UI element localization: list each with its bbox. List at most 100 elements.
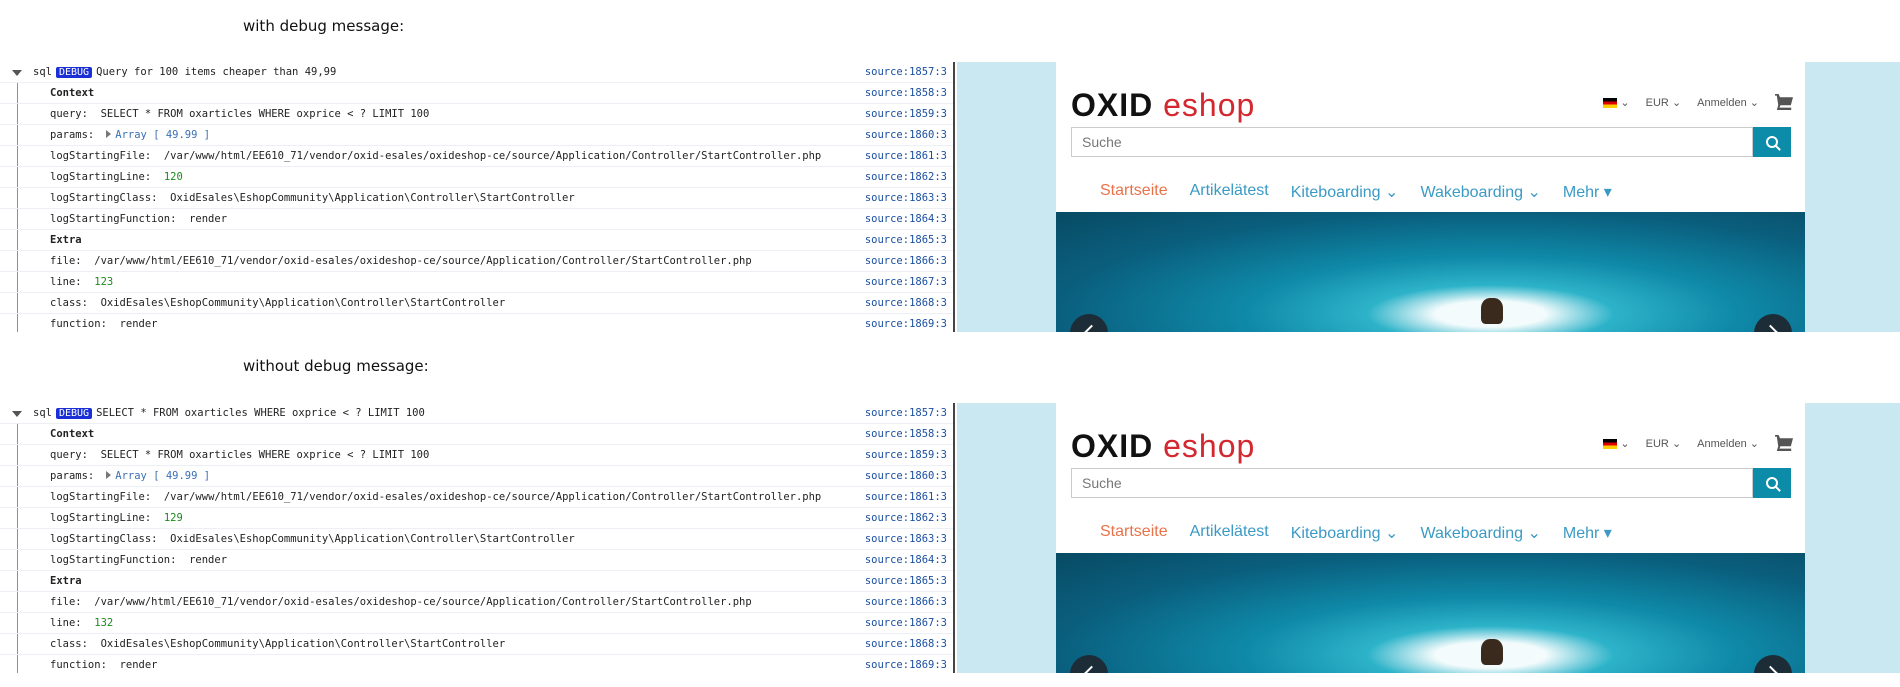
- log-section-title: Context: [50, 87, 95, 99]
- expand-triangle-icon[interactable]: [106, 130, 112, 138]
- main-menu: Startseite Artikelätest Kiteboarding ⌄ W…: [1100, 182, 1612, 202]
- source-link[interactable]: source:1859:3: [865, 104, 947, 124]
- log-key: file:: [50, 255, 82, 267]
- expand-triangle-icon[interactable]: [106, 471, 112, 479]
- search-button[interactable]: [1753, 468, 1791, 498]
- log-value: render: [119, 318, 158, 330]
- source-link[interactable]: source:1860:3: [865, 125, 947, 145]
- source-link[interactable]: source:1863:3: [865, 188, 947, 208]
- log-key: line:: [50, 276, 82, 288]
- source-link[interactable]: source:1867:3: [865, 272, 947, 292]
- debug-badge: DEBUG: [55, 67, 93, 78]
- search-input[interactable]: Suche: [1071, 468, 1753, 498]
- menu-item-artikelatest[interactable]: Artikelätest: [1190, 523, 1269, 543]
- log-array-value[interactable]: Array [ 49.99 ]: [115, 470, 210, 482]
- source-link[interactable]: source:1857:3: [865, 62, 947, 82]
- log-value: /var/www/html/EE610_71/vendor/oxid-esale…: [163, 491, 822, 503]
- log-value: 120: [163, 171, 183, 183]
- source-link[interactable]: source:1864:3: [865, 209, 947, 229]
- console-log: sql DEBUG SELECT * FROM oxarticles WHERE o…: [0, 403, 955, 673]
- collapse-triangle-icon[interactable]: [12, 411, 22, 417]
- menu-item-mehr[interactable]: Mehr ▾: [1563, 523, 1612, 543]
- cart-icon[interactable]: [1775, 94, 1793, 110]
- login-dropdown[interactable]: Anmelden ⌄: [1697, 437, 1759, 450]
- source-link[interactable]: source:1861:3: [865, 487, 947, 507]
- menu-item-kiteboarding[interactable]: Kiteboarding ⌄: [1291, 523, 1399, 543]
- source-link[interactable]: source:1865:3: [865, 571, 947, 591]
- source-link[interactable]: source:1858:3: [865, 424, 947, 444]
- currency-label: EUR: [1645, 96, 1669, 109]
- source-link[interactable]: source:1861:3: [865, 146, 947, 166]
- login-dropdown[interactable]: Anmelden ⌄: [1697, 96, 1759, 109]
- source-link[interactable]: source:1859:3: [865, 445, 947, 465]
- source-link[interactable]: source:1858:3: [865, 83, 947, 103]
- source-link[interactable]: source:1865:3: [865, 230, 947, 250]
- source-link[interactable]: source:1863:3: [865, 529, 947, 549]
- log-key: params:: [50, 129, 95, 141]
- log-group-header[interactable]: sql DEBUG SELECT * FROM oxarticles WHERE o…: [0, 403, 953, 424]
- log-row: logStartingClass: OxidEsales\EshopCommun…: [0, 188, 953, 209]
- source-link[interactable]: source:1868:3: [865, 293, 947, 313]
- log-text: sql DEBUG Query for 100 items cheaper than…: [33, 62, 336, 83]
- slider-next-button[interactable]: [1754, 655, 1792, 673]
- menu-item-artikelatest[interactable]: Artikelätest: [1190, 182, 1269, 202]
- collapse-triangle-icon[interactable]: [12, 70, 22, 76]
- language-selector[interactable]: ⌄: [1603, 437, 1630, 450]
- source-link[interactable]: source:1857:3: [865, 403, 947, 423]
- shop-page: OXID eshop ⌄ EUR ⌄ Anmelden ⌄ Suche Star…: [1056, 403, 1805, 673]
- surfer-figure: [1481, 298, 1503, 324]
- log-text: Context: [50, 83, 94, 103]
- log-array-value[interactable]: Array [ 49.99 ]: [115, 129, 210, 141]
- log-text: sql DEBUG SELECT * FROM oxarticles WHERE o…: [33, 403, 425, 424]
- log-value: 132: [94, 617, 114, 629]
- search-input[interactable]: Suche: [1071, 127, 1753, 157]
- cart-icon[interactable]: [1775, 435, 1793, 451]
- log-text: file: /var/www/html/EE610_71/vendor/oxid…: [50, 592, 752, 612]
- oxid-eshop-logo[interactable]: OXID eshop: [1071, 88, 1255, 122]
- source-link[interactable]: source:1864:3: [865, 550, 947, 570]
- menu-item-startseite[interactable]: Startseite: [1100, 523, 1168, 543]
- menu-item-startseite[interactable]: Startseite: [1100, 182, 1168, 202]
- log-section-title: Extra: [50, 234, 82, 246]
- oxid-eshop-logo[interactable]: OXID eshop: [1071, 429, 1255, 463]
- panel-without-debug: sql DEBUG SELECT * FROM oxarticles WHERE o…: [0, 403, 1900, 673]
- currency-selector[interactable]: EUR ⌄: [1646, 437, 1682, 450]
- search-button[interactable]: [1753, 127, 1791, 157]
- logo-eshop: eshop: [1163, 87, 1256, 123]
- login-label: Anmelden: [1697, 96, 1747, 109]
- log-row: Context source:1858:3: [0, 83, 953, 104]
- log-text: logStartingClass: OxidEsales\EshopCommun…: [50, 188, 575, 208]
- source-link[interactable]: source:1862:3: [865, 167, 947, 187]
- menu-item-mehr[interactable]: Mehr ▾: [1563, 182, 1612, 202]
- log-row: function: render source:1869:3: [0, 655, 953, 673]
- source-link[interactable]: source:1869:3: [865, 655, 947, 673]
- source-link[interactable]: source:1862:3: [865, 508, 947, 528]
- slider-prev-button[interactable]: [1070, 314, 1108, 332]
- menu-item-kiteboarding[interactable]: Kiteboarding ⌄: [1291, 182, 1399, 202]
- source-link[interactable]: source:1868:3: [865, 634, 947, 654]
- slider-prev-button[interactable]: [1070, 655, 1108, 673]
- chevron-right-icon: [1762, 324, 1779, 332]
- log-text: Context: [50, 424, 94, 444]
- source-link[interactable]: source:1866:3: [865, 251, 947, 271]
- top-nav: ⌄ EUR ⌄ Anmelden ⌄: [1603, 435, 1793, 451]
- log-group-header[interactable]: sql DEBUG Query for 100 items cheaper than…: [0, 62, 953, 83]
- slider-next-button[interactable]: [1754, 314, 1792, 332]
- chevron-left-icon: [1083, 324, 1100, 332]
- log-key: logStartingFunction:: [50, 554, 177, 566]
- log-value: OxidEsales\EshopCommunity\Application\Co…: [170, 192, 575, 204]
- log-row: Context source:1858:3: [0, 424, 953, 445]
- source-link[interactable]: source:1866:3: [865, 592, 947, 612]
- chevron-down-icon: ⌄: [1385, 525, 1399, 542]
- source-link[interactable]: source:1867:3: [865, 613, 947, 633]
- source-link[interactable]: source:1860:3: [865, 466, 947, 486]
- search-icon: [1766, 477, 1778, 489]
- login-label: Anmelden: [1697, 437, 1747, 450]
- source-link[interactable]: source:1869:3: [865, 314, 947, 332]
- logo-oxid: OXID: [1071, 87, 1154, 123]
- language-selector[interactable]: ⌄: [1603, 96, 1630, 109]
- currency-selector[interactable]: EUR ⌄: [1646, 96, 1682, 109]
- menu-label: Kiteboarding: [1290, 184, 1381, 201]
- menu-item-wakeboarding[interactable]: Wakeboarding ⌄: [1420, 523, 1540, 543]
- menu-item-wakeboarding[interactable]: Wakeboarding ⌄: [1420, 182, 1540, 202]
